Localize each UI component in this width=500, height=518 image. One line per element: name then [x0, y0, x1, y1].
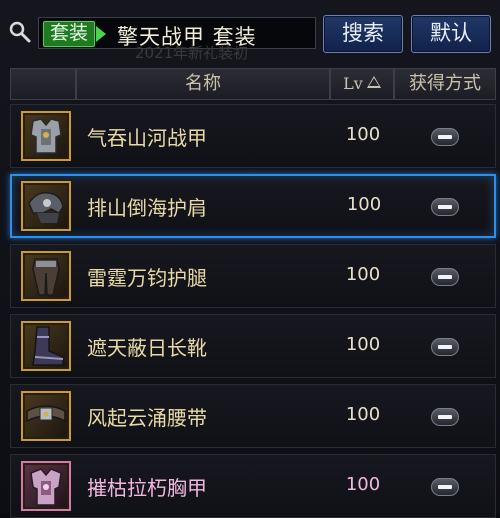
- header-icon-column: [10, 68, 76, 100]
- leg-armor-icon: [21, 251, 71, 301]
- item-level: 100: [346, 194, 382, 215]
- column-header: 名称 Lv 获得方式: [10, 68, 496, 102]
- item-level: 100: [345, 474, 381, 495]
- item-level: 100: [345, 334, 381, 355]
- default-button[interactable]: 默认: [411, 15, 491, 53]
- search-button[interactable]: 搜索: [323, 15, 403, 53]
- belt-icon: [21, 391, 71, 441]
- item-level: 100: [345, 404, 381, 425]
- table-row-selected[interactable]: 排山倒海护肩 100: [10, 174, 496, 238]
- obtain-method-button[interactable]: [431, 408, 459, 426]
- item-name: 遮天蔽日长靴: [87, 336, 207, 360]
- header-name[interactable]: 名称: [76, 68, 330, 100]
- item-name: 摧枯拉朽胸甲: [87, 476, 207, 500]
- obtain-method-button[interactable]: [431, 198, 459, 216]
- filter-tag[interactable]: 套装: [43, 21, 96, 47]
- table-row[interactable]: 雷霆万钧护腿 100: [10, 244, 496, 308]
- search-icon[interactable]: [8, 20, 32, 44]
- item-name: 雷霆万钧护腿: [87, 266, 207, 290]
- breastplate-icon: [21, 461, 71, 511]
- sort-triangle-icon: [366, 76, 381, 88]
- obtain-method-button[interactable]: [431, 478, 459, 496]
- obtain-method-button[interactable]: [431, 268, 459, 286]
- table-row[interactable]: 气吞山河战甲 100: [10, 104, 496, 168]
- header-level-label: Lv: [343, 74, 363, 93]
- background-watermark-text: 2021年新礼装初: [135, 44, 249, 62]
- item-name: 气吞山河战甲: [87, 126, 207, 150]
- search-bar: 套装 擎天战甲 套装 2021年新礼装初 搜索 默认: [0, 0, 500, 62]
- item-name: 排山倒海护肩: [87, 196, 207, 220]
- item-search-panel: 套装 擎天战甲 套装 2021年新礼装初 搜索 默认 名称 Lv 获得方式 气吞…: [0, 0, 500, 518]
- shoulder-armor-icon: [21, 181, 71, 231]
- item-name: 风起云涌腰带: [87, 406, 207, 430]
- chest-armor-icon: [21, 111, 71, 161]
- boots-icon: [21, 321, 71, 371]
- obtain-method-button[interactable]: [431, 128, 459, 146]
- item-level: 100: [345, 124, 381, 145]
- table-row[interactable]: 风起云涌腰带 100: [10, 384, 496, 448]
- header-level-sort[interactable]: Lv: [330, 68, 394, 100]
- item-level: 100: [345, 264, 381, 285]
- obtain-method-button[interactable]: [431, 338, 459, 356]
- table-row[interactable]: 遮天蔽日长靴 100: [10, 314, 496, 378]
- header-obtain[interactable]: 获得方式: [394, 68, 496, 100]
- table-row[interactable]: 摧枯拉朽胸甲 100: [10, 454, 496, 518]
- tag-arrow-icon: [96, 26, 106, 42]
